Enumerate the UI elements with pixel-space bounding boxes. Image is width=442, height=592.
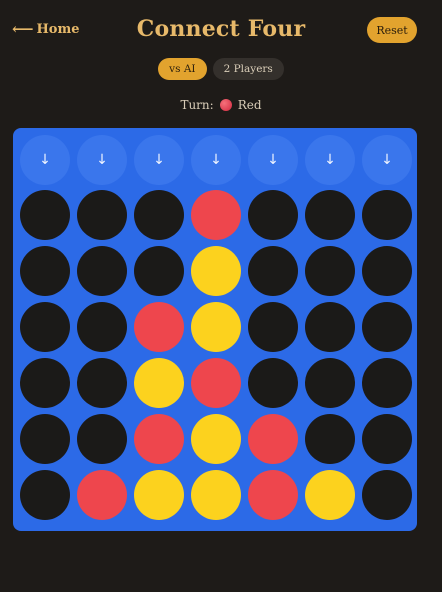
- empty-slot[interactable]: [305, 190, 355, 240]
- empty-slot[interactable]: [248, 358, 298, 408]
- empty-slot[interactable]: [362, 246, 412, 296]
- empty-slot[interactable]: [77, 302, 127, 352]
- yellow-disc[interactable]: [191, 246, 241, 296]
- empty-slot[interactable]: [362, 358, 412, 408]
- drop-column-1-button[interactable]: ↓: [20, 135, 70, 185]
- empty-slot[interactable]: [77, 246, 127, 296]
- yellow-disc[interactable]: [305, 470, 355, 520]
- empty-slot[interactable]: [77, 358, 127, 408]
- yellow-disc[interactable]: [191, 414, 241, 464]
- red-disc[interactable]: [248, 470, 298, 520]
- mode-selector: vs AI 2 Players: [0, 58, 442, 80]
- red-disc-icon: [219, 99, 232, 111]
- empty-slot[interactable]: [20, 302, 70, 352]
- empty-slot[interactable]: [248, 302, 298, 352]
- red-disc[interactable]: [134, 414, 184, 464]
- red-disc[interactable]: [77, 470, 127, 520]
- drop-column-7-button[interactable]: ↓: [362, 135, 412, 185]
- yellow-disc[interactable]: [191, 302, 241, 352]
- empty-slot[interactable]: [20, 358, 70, 408]
- drop-column-2-button[interactable]: ↓: [77, 135, 127, 185]
- empty-slot[interactable]: [305, 358, 355, 408]
- header: ⟵ Home Connect Four Reset: [0, 0, 442, 62]
- yellow-disc[interactable]: [134, 470, 184, 520]
- mode-two-players-button[interactable]: 2 Players: [212, 58, 284, 80]
- empty-slot[interactable]: [362, 414, 412, 464]
- board-grid: [20, 190, 412, 526]
- empty-slot[interactable]: [362, 190, 412, 240]
- empty-slot[interactable]: [362, 470, 412, 520]
- red-disc[interactable]: [191, 190, 241, 240]
- drop-column-5-button[interactable]: ↓: [248, 135, 298, 185]
- empty-slot[interactable]: [20, 470, 70, 520]
- yellow-disc[interactable]: [191, 470, 241, 520]
- red-disc[interactable]: [191, 358, 241, 408]
- red-disc[interactable]: [248, 414, 298, 464]
- yellow-disc[interactable]: [134, 358, 184, 408]
- empty-slot[interactable]: [305, 246, 355, 296]
- empty-slot[interactable]: [20, 246, 70, 296]
- empty-slot[interactable]: [20, 414, 70, 464]
- turn-player: Red: [237, 98, 262, 112]
- empty-slot[interactable]: [77, 414, 127, 464]
- empty-slot[interactable]: [305, 302, 355, 352]
- empty-slot[interactable]: [305, 414, 355, 464]
- drop-column-4-button[interactable]: ↓: [191, 135, 241, 185]
- drop-column-6-button[interactable]: ↓: [305, 135, 355, 185]
- mode-vs-ai-button[interactable]: vs AI: [158, 58, 207, 80]
- empty-slot[interactable]: [248, 190, 298, 240]
- empty-slot[interactable]: [77, 190, 127, 240]
- empty-slot[interactable]: [248, 246, 298, 296]
- empty-slot[interactable]: [362, 302, 412, 352]
- empty-slot[interactable]: [20, 190, 70, 240]
- turn-indicator: Turn: Red: [0, 98, 442, 112]
- drop-row: ↓ ↓ ↓ ↓ ↓ ↓ ↓: [20, 135, 412, 185]
- turn-label: Turn:: [180, 98, 214, 112]
- game-board: ↓ ↓ ↓ ↓ ↓ ↓ ↓: [13, 128, 417, 531]
- drop-column-3-button[interactable]: ↓: [134, 135, 184, 185]
- empty-slot[interactable]: [134, 246, 184, 296]
- red-disc[interactable]: [134, 302, 184, 352]
- empty-slot[interactable]: [134, 190, 184, 240]
- reset-button[interactable]: Reset: [367, 17, 417, 43]
